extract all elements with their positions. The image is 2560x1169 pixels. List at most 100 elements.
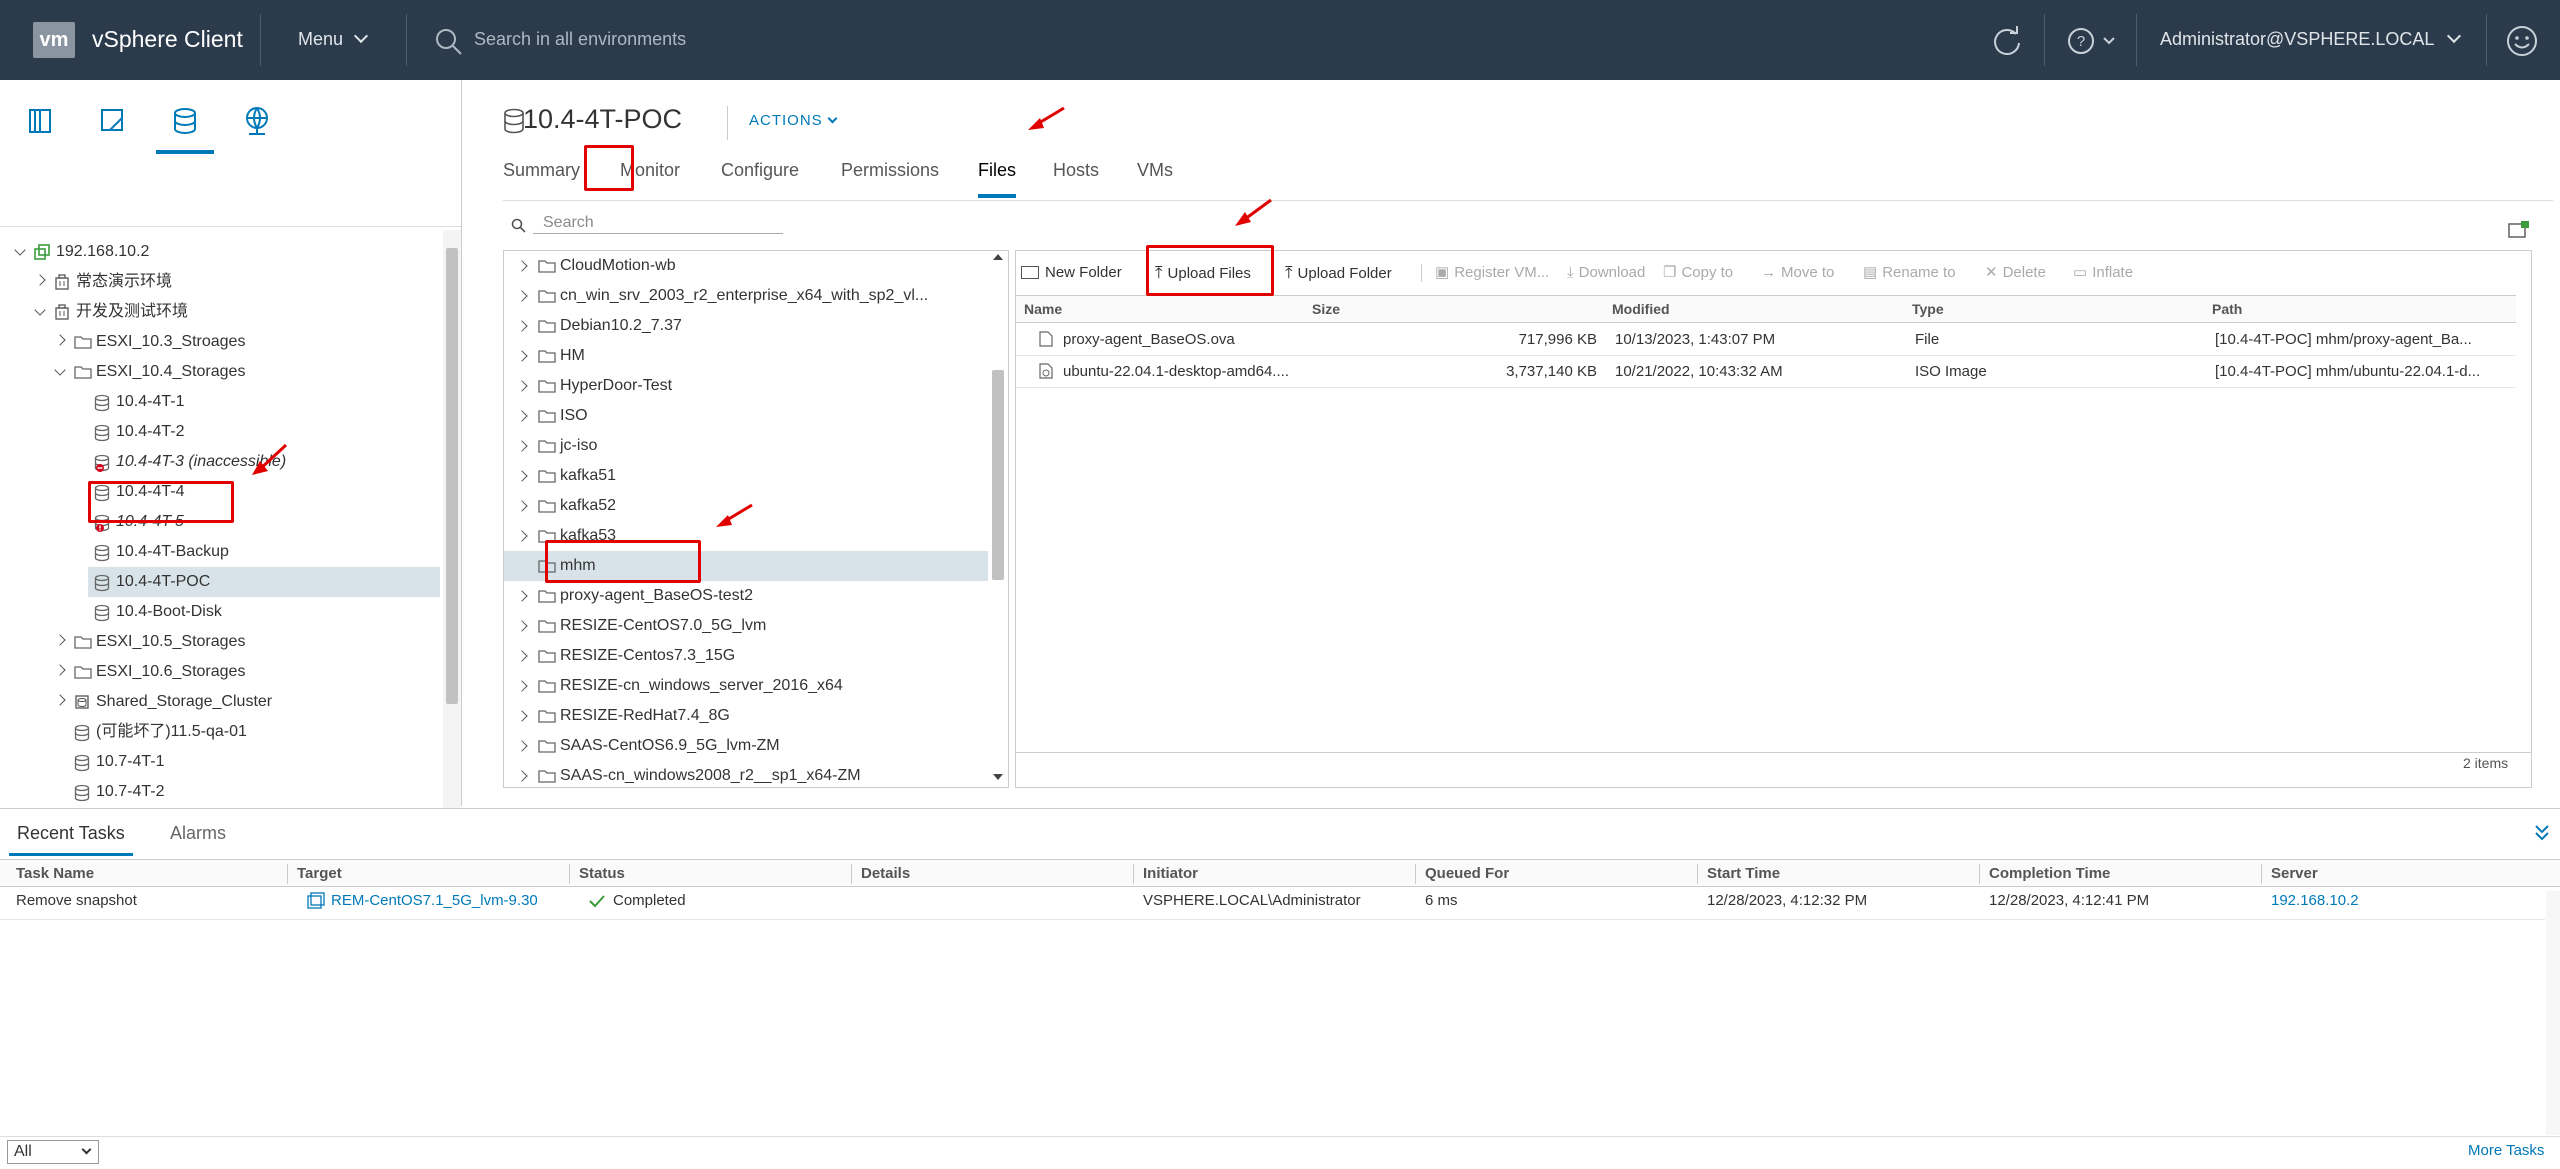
chevron-down-icon[interactable]: [14, 244, 26, 256]
tab-vms[interactable]: VMs: [1137, 160, 1173, 181]
chevron-right-icon[interactable]: [54, 664, 66, 676]
chevron-right-icon[interactable]: [516, 710, 528, 722]
folder-tree-scrollbar[interactable]: [989, 250, 1007, 788]
user-menu[interactable]: Administrator@VSPHERE.LOCAL: [2160, 28, 2461, 50]
refresh-icon[interactable]: [1990, 24, 2024, 58]
chevron-right-icon[interactable]: [516, 350, 528, 362]
column-header-modified[interactable]: Modified: [1612, 296, 1670, 322]
tree-item[interactable]: 常态演示环境: [0, 267, 440, 297]
help-icon[interactable]: ?: [2066, 26, 2120, 56]
folder-tree-item[interactable]: jc-iso: [504, 431, 988, 461]
folder-tree-item[interactable]: kafka51: [504, 461, 988, 491]
tree-item[interactable]: 10.4-4T-1: [0, 387, 440, 417]
chevron-right-icon[interactable]: [516, 260, 528, 272]
column-divider[interactable]: [1415, 864, 1416, 884]
search-icon[interactable]: [434, 27, 464, 57]
column-header-start-time[interactable]: Start Time: [1707, 860, 1780, 888]
scroll-down-arrow-icon[interactable]: [993, 774, 1003, 780]
folder-tree-item[interactable]: RESIZE-CentOS7.0_5G_lvm: [504, 611, 988, 641]
tree-item[interactable]: 10.7-4T-2: [0, 777, 440, 807]
tree-item[interactable]: 10.4-4T-2: [0, 417, 440, 447]
column-divider[interactable]: [1697, 864, 1698, 884]
column-header-initiator[interactable]: Initiator: [1143, 860, 1198, 888]
tab-files[interactable]: Files: [978, 160, 1017, 198]
tree-item[interactable]: ESXI_10.3_Stroages: [0, 327, 440, 357]
chevron-down-icon[interactable]: [34, 304, 46, 316]
task-target[interactable]: REM-CentOS7.1_5G_lvm-9.30: [331, 892, 538, 909]
column-header-details[interactable]: Details: [861, 860, 910, 888]
folder-tree-item[interactable]: SAAS-cn_windows2008_r2__sp1_x64-ZM: [504, 761, 988, 791]
folder-tree-item[interactable]: RESIZE-RedHat7.4_8G: [504, 701, 988, 731]
chevron-right-icon[interactable]: [516, 500, 528, 512]
collapse-chevrons-icon[interactable]: [2534, 823, 2550, 843]
delete-button[interactable]: ✕ Delete: [1985, 258, 2046, 288]
global-search-input[interactable]: Search in all environments: [474, 29, 686, 50]
column-header-path[interactable]: Path: [2212, 296, 2242, 322]
column-header-server[interactable]: Server: [2271, 860, 2318, 888]
tab-recent-tasks[interactable]: Recent Tasks: [9, 823, 133, 856]
vms-templates-tab-icon[interactable]: [96, 104, 130, 138]
chevron-right-icon[interactable]: [516, 650, 528, 662]
download-button[interactable]: ⤓ Download: [1567, 258, 1645, 288]
chevron-right-icon[interactable]: [516, 590, 528, 602]
tab-summary[interactable]: Summary: [503, 160, 580, 181]
more-tasks-link[interactable]: More Tasks: [2468, 1142, 2544, 1159]
task-server[interactable]: 192.168.10.2: [2271, 892, 2359, 909]
column-header-task-name[interactable]: Task Name: [16, 860, 94, 888]
column-header-target[interactable]: Target: [297, 860, 342, 888]
tree-item[interactable]: 10.4-4T-3 (inaccessible): [0, 447, 440, 477]
chevron-right-icon[interactable]: [516, 380, 528, 392]
upload-folder-button[interactable]: ⤒ Upload Folder: [1285, 258, 1392, 288]
tree-item[interactable]: 10.4-4T-POC: [88, 567, 440, 597]
folder-tree-item[interactable]: proxy-agent_BaseOS-test2: [504, 581, 988, 611]
tasks-scrollbar[interactable]: [2546, 891, 2560, 1135]
chevron-right-icon[interactable]: [516, 470, 528, 482]
chevron-down-icon[interactable]: [54, 364, 66, 376]
column-header-type[interactable]: Type: [1912, 296, 1944, 322]
folder-tree-item[interactable]: HM: [504, 341, 988, 371]
tab-configure[interactable]: Configure: [721, 160, 799, 181]
chevron-right-icon[interactable]: [516, 620, 528, 632]
column-header-size[interactable]: Size: [1312, 296, 1340, 322]
chevron-right-icon[interactable]: [516, 740, 528, 752]
folder-tree-item[interactable]: ISO: [504, 401, 988, 431]
scrollbar-thumb[interactable]: [446, 248, 458, 704]
chevron-right-icon[interactable]: [516, 410, 528, 422]
tree-item[interactable]: 10.4-4T-Backup: [0, 537, 440, 567]
move-to-button[interactable]: → Move to: [1761, 258, 1834, 288]
networking-tab-icon[interactable]: [240, 104, 274, 138]
folder-tree-item[interactable]: SAAS-CentOS6.9_5G_lvm-ZM: [504, 731, 988, 761]
tree-item[interactable]: (可能坏了)11.5-qa-01: [0, 717, 440, 747]
chevron-right-icon[interactable]: [54, 694, 66, 706]
new-folder-button[interactable]: New Folder: [1021, 258, 1122, 288]
register-vm-button[interactable]: ▣ Register VM...: [1435, 258, 1549, 288]
tree-item[interactable]: 10.7-4T-1: [0, 747, 440, 777]
chevron-right-icon[interactable]: [516, 530, 528, 542]
column-divider[interactable]: [851, 864, 852, 884]
column-divider[interactable]: [1979, 864, 1980, 884]
task-filter-select[interactable]: All: [7, 1140, 99, 1164]
column-header-status[interactable]: Status: [579, 860, 625, 888]
file-name[interactable]: ubuntu-22.04.1-desktop-amd64....: [1063, 357, 1313, 387]
menu-button[interactable]: Menu: [298, 28, 369, 50]
column-divider[interactable]: [287, 864, 288, 884]
scrollbar-thumb[interactable]: [992, 370, 1004, 580]
chevron-right-icon[interactable]: [516, 290, 528, 302]
rename-to-button[interactable]: ▤ Rename to: [1863, 258, 1956, 288]
folder-tree-item[interactable]: RESIZE-cn_windows_server_2016_x64: [504, 671, 988, 701]
column-divider[interactable]: [569, 864, 570, 884]
tree-item[interactable]: 10.4-Boot-Disk: [0, 597, 440, 627]
chevron-right-icon[interactable]: [516, 770, 528, 782]
column-divider[interactable]: [2261, 864, 2262, 884]
tab-permissions[interactable]: Permissions: [841, 160, 939, 181]
tree-item[interactable]: Shared_Storage_Cluster: [0, 687, 440, 717]
chevron-right-icon[interactable]: [54, 334, 66, 346]
chevron-right-icon[interactable]: [516, 320, 528, 332]
chevron-right-icon[interactable]: [516, 440, 528, 452]
tree-item[interactable]: 开发及测试环境: [0, 297, 440, 327]
column-divider[interactable]: [1133, 864, 1134, 884]
tree-item[interactable]: ESXI_10.5_Storages: [0, 627, 440, 657]
tab-alarms[interactable]: Alarms: [170, 823, 226, 844]
column-header-queued-for[interactable]: Queued For: [1425, 860, 1509, 888]
inventory-scrollbar[interactable]: [443, 230, 461, 882]
